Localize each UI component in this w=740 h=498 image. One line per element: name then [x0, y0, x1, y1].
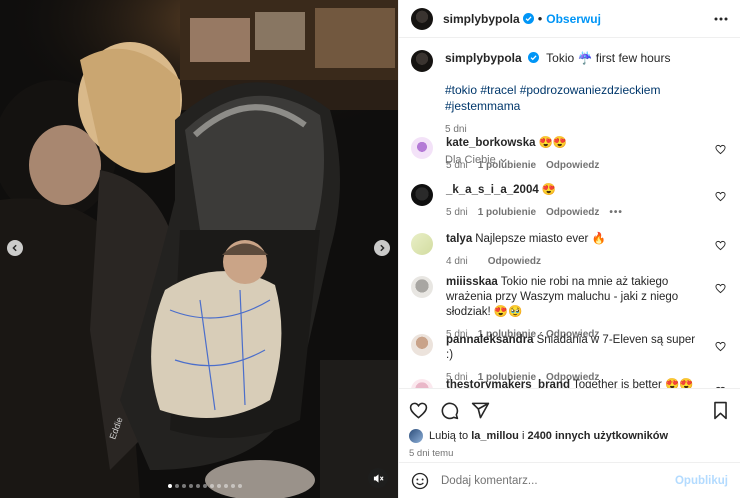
- comment-item: miiisskaa Tokio nie robi na mnie aż takie…: [411, 275, 728, 342]
- comment-meta: 5 dni 1 polubienie Odpowiedz •••: [446, 205, 704, 220]
- avatar[interactable]: [411, 184, 433, 206]
- comment-text: 😍: [541, 184, 557, 196]
- slide-dot: [196, 484, 200, 488]
- mute-button[interactable]: [368, 468, 388, 488]
- verified-icon: [522, 13, 534, 24]
- comment-icon[interactable]: [440, 401, 459, 420]
- comment-input[interactable]: [441, 474, 675, 487]
- next-slide-button[interactable]: [374, 240, 390, 256]
- likes-user[interactable]: la_millou: [471, 430, 519, 442]
- avatar[interactable]: [411, 379, 433, 388]
- comment-age[interactable]: 5 dni: [446, 158, 468, 173]
- comments-scroll-area[interactable]: simplybypola Tokio ☔ first few hours #to…: [399, 38, 740, 388]
- comment-item: thestorymakers_brand Together is better 😍…: [411, 378, 728, 388]
- slide-dot: [224, 484, 228, 488]
- post-header: simplybypola • Obserwuj: [399, 0, 740, 38]
- comment-age[interactable]: 4 dni: [446, 254, 468, 269]
- comment-username[interactable]: pannaleksandra: [446, 334, 534, 346]
- slide-dot: [217, 484, 221, 488]
- comment-likes[interactable]: 1 polubienie: [478, 205, 536, 220]
- comment-username[interactable]: kate_borkowska: [446, 137, 536, 149]
- slide-dot: [238, 484, 242, 488]
- caption-username[interactable]: simplybypola: [445, 51, 522, 65]
- follow-button[interactable]: Obserwuj: [546, 12, 601, 26]
- post-actions: Lubią to la_millou i 2400 innych użytkow…: [399, 388, 740, 459]
- post-media[interactable]: Eddie: [0, 0, 398, 498]
- comment-text: Najlepsze miasto ever 🔥: [475, 233, 606, 245]
- comment-meta: 4 dni Odpowiedz: [446, 254, 704, 269]
- more-options-button[interactable]: [714, 17, 728, 21]
- comment-item: _k_a_s_i_a_2004 😍 5 dni 1 polubienie Odpowie…: [411, 183, 728, 220]
- post-caption: simplybypola Tokio ☔ first few hours #to…: [399, 38, 740, 138]
- slide-dot: [168, 484, 172, 488]
- comment-item: talya Najlepsze miasto ever 🔥 4 dni Odpowie…: [411, 232, 728, 269]
- comment-likes[interactable]: 1 polubienie: [478, 158, 536, 173]
- heart-icon[interactable]: [409, 401, 428, 420]
- caption-hashtags[interactable]: #tokio #tracel #podrozowaniezdzieckiem #…: [445, 82, 728, 114]
- post-timestamp[interactable]: 5 dni temu: [409, 448, 730, 459]
- slide-dot: [182, 484, 186, 488]
- emoji-icon[interactable]: [411, 472, 429, 490]
- avatar[interactable]: [409, 429, 423, 443]
- heart-icon[interactable]: [715, 283, 726, 294]
- likes-summary: Lubią to la_millou i 2400 innych użytkow…: [409, 429, 730, 443]
- comment-age[interactable]: 5 dni: [446, 205, 468, 220]
- avatar[interactable]: [411, 50, 433, 72]
- slide-dot: [189, 484, 193, 488]
- avatar[interactable]: [411, 276, 433, 298]
- comment-username[interactable]: miiisskaa: [446, 276, 498, 288]
- heart-icon[interactable]: [715, 341, 726, 352]
- comment-item: kate_borkowska 😍😍 5 dni 1 polubienie Odpowie…: [411, 136, 728, 173]
- bookmark-icon[interactable]: [711, 401, 730, 420]
- heart-icon[interactable]: [715, 144, 726, 155]
- comment-username[interactable]: _k_a_s_i_a_2004: [446, 184, 539, 196]
- likes-middle: i: [518, 430, 528, 442]
- heart-icon[interactable]: [715, 191, 726, 202]
- avatar[interactable]: [411, 334, 433, 356]
- previous-slide-button[interactable]: [7, 240, 23, 256]
- author-username[interactable]: simplybypola: [443, 12, 520, 26]
- slide-dot: [175, 484, 179, 488]
- reply-button[interactable]: Odpowiedz: [488, 254, 541, 269]
- chevron-right-icon: [380, 244, 385, 252]
- reply-button[interactable]: Odpowiedz: [546, 158, 599, 173]
- comment-meta: 5 dni 1 polubienie Odpowiedz: [446, 158, 704, 173]
- post-photo: Eddie: [0, 0, 398, 498]
- chevron-left-icon: [12, 244, 17, 252]
- post-details-panel: simplybypola • Obserwuj simplybypola Tok…: [398, 0, 740, 498]
- likes-prefix: Lubią to: [429, 430, 472, 442]
- share-icon[interactable]: [471, 401, 490, 420]
- heart-icon[interactable]: [715, 240, 726, 251]
- comment-text: 😍😍: [538, 137, 568, 149]
- slide-dot: [210, 484, 214, 488]
- slide-dot: [231, 484, 235, 488]
- reply-button[interactable]: Odpowiedz: [546, 205, 599, 220]
- slide-indicator: [168, 484, 242, 488]
- slide-dot: [203, 484, 207, 488]
- separator-dot: •: [537, 11, 543, 26]
- avatar[interactable]: [411, 137, 433, 159]
- avatar[interactable]: [411, 7, 433, 30]
- caption-text: Tokio ☔ first few hours: [546, 51, 671, 65]
- more-options-icon: [714, 17, 728, 20]
- mute-icon: [373, 473, 384, 483]
- comment-username[interactable]: talya: [446, 233, 472, 245]
- add-comment-bar: Opublikuj: [399, 462, 740, 498]
- more-options-icon[interactable]: •••: [609, 205, 623, 220]
- avatar[interactable]: [411, 233, 433, 255]
- verified-icon: [528, 52, 540, 63]
- likes-count[interactable]: 2400 innych użytkowników: [527, 430, 668, 442]
- comment-username[interactable]: thestorymakers_brand: [446, 379, 570, 388]
- post-comment-button[interactable]: Opublikuj: [675, 475, 728, 487]
